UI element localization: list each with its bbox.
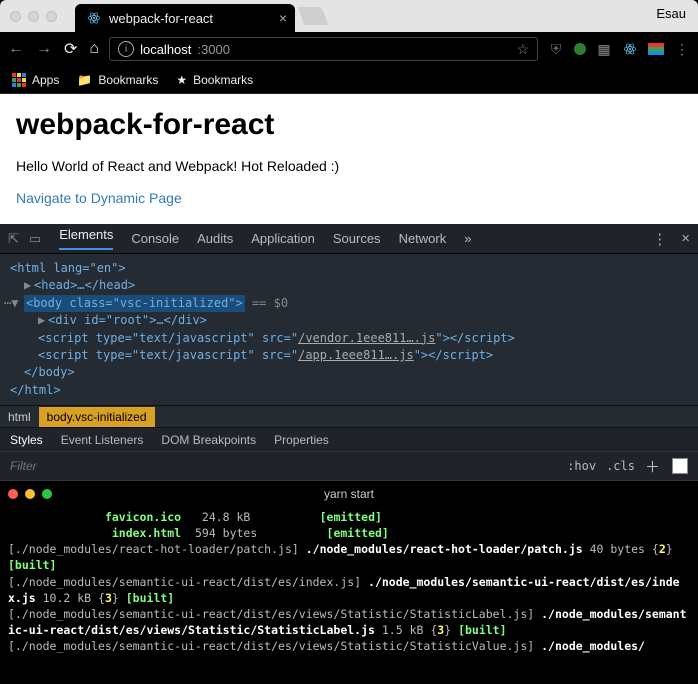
nav-buttons: ← → ⟳ ⌂ (8, 39, 99, 59)
stripes-ext-icon[interactable] (648, 43, 664, 55)
new-style-rule-icon[interactable]: ＋ (645, 456, 660, 477)
apps-grid-icon (12, 73, 26, 87)
dom-tree[interactable]: <html lang="en"> ▶<head>…</head> <body c… (0, 254, 698, 405)
forward-icon[interactable]: → (36, 40, 52, 58)
styles-tab-styles[interactable]: Styles (10, 433, 43, 447)
dynamic-page-link[interactable]: Navigate to Dynamic Page (16, 190, 182, 206)
apps-label: Apps (32, 73, 59, 87)
term-line-6: [./node_modules/semantic-ui-react/dist/e… (8, 638, 690, 654)
menu-kebab-icon[interactable]: ⋮ (674, 41, 690, 57)
page-heading: webpack-for-react (16, 108, 682, 142)
new-tab-button[interactable] (298, 7, 329, 25)
dom-html-close[interactable]: </html> (10, 383, 61, 397)
devtools-left-icons: ⇱ ▭ (8, 231, 41, 247)
tab-console[interactable]: Console (131, 231, 179, 246)
react-favicon-icon (87, 11, 101, 25)
devtools-close-icon[interactable]: × (681, 230, 690, 248)
back-icon[interactable]: ← (8, 40, 24, 58)
dom-body-meta: == $0 (245, 296, 288, 310)
dom-script1-pre[interactable]: <script type="text/javascript" src=" (38, 331, 298, 345)
term-line-2: index.html 594 bytes [emitted] (8, 525, 690, 541)
tab-sources[interactable]: Sources (333, 231, 381, 246)
bookmarks-folder-2[interactable]: ★ Bookmarks (176, 73, 253, 87)
breadcrumb-html[interactable]: html (0, 407, 39, 427)
devtools-breadcrumb[interactable]: html body.vsc-initialized (0, 405, 698, 427)
traffic-zoom-icon[interactable] (46, 11, 57, 22)
site-info-icon[interactable]: i (118, 41, 134, 57)
styles-tab-eventlisteners[interactable]: Event Listeners (61, 433, 144, 447)
tab-network[interactable]: Network (399, 231, 447, 246)
color-swatch-icon[interactable] (672, 458, 688, 474)
address-bar[interactable]: i localhost :3000 ☆ (109, 37, 538, 61)
page-content: webpack-for-react Hello World of React a… (0, 94, 698, 224)
bookmarks-folder-1[interactable]: 📁 Bookmarks (77, 73, 158, 87)
inspect-element-icon[interactable]: ⇱ (8, 231, 19, 247)
dom-body-close[interactable]: </body> (24, 365, 75, 379)
styles-filter-row: :hov .cls ＋ (0, 451, 698, 481)
bookmark-star-icon[interactable]: ☆ (516, 41, 529, 58)
tab-application[interactable]: Application (251, 231, 315, 246)
devtools-tabstrip: ⇱ ▭ Elements Console Audits Application … (0, 224, 698, 254)
profile-name[interactable]: Esau (656, 6, 686, 21)
tab-overflow[interactable]: » (464, 231, 471, 246)
traffic-minimize-icon[interactable] (28, 11, 39, 22)
styles-tab-dombreakpoints[interactable]: DOM Breakpoints (161, 433, 256, 447)
terminal-title: yarn start (8, 486, 690, 503)
cls-toggle[interactable]: .cls (606, 459, 635, 473)
apps-shortcut[interactable]: Apps (12, 73, 59, 87)
star-icon: ★ (176, 73, 187, 87)
dom-script2-post[interactable]: "></script> (414, 348, 493, 362)
grid-ext-icon[interactable]: ▦ (596, 41, 612, 57)
reload-icon[interactable]: ⟳ (64, 39, 77, 59)
devtools-panel: ⇱ ▭ Elements Console Audits Application … (0, 224, 698, 481)
tab-close-icon[interactable]: × (279, 10, 287, 26)
hov-toggle[interactable]: :hov (567, 459, 596, 473)
window-titlebar: webpack-for-react × Esau (0, 0, 698, 32)
dom-head[interactable]: <head>…</head> (34, 278, 135, 292)
extension-dot-icon[interactable] (574, 43, 586, 55)
term-line-4: [./node_modules/semantic-ui-react/dist/e… (8, 574, 690, 606)
extension-icons: ⛨ ▦ ⋮ (548, 41, 690, 57)
shield-icon[interactable]: ⛨ (548, 41, 564, 57)
styles-tabstrip: Styles Event Listeners DOM Breakpoints P… (0, 427, 698, 451)
browser-toolbar: ← → ⟳ ⌂ i localhost :3000 ☆ ⛨ ▦ ⋮ (0, 32, 698, 66)
device-toggle-icon[interactable]: ▭ (29, 231, 41, 247)
bookmarks-folder-1-label: Bookmarks (98, 73, 158, 87)
traffic-close-icon[interactable] (10, 11, 21, 22)
dom-div-root[interactable]: <div id="root">…</div> (48, 313, 207, 327)
terminal-window: yarn start favicon.ico 24.8 kB [emitted]… (0, 481, 698, 662)
tab-audits[interactable]: Audits (197, 231, 233, 246)
styles-tab-properties[interactable]: Properties (274, 433, 329, 447)
tab-title: webpack-for-react (109, 11, 213, 26)
url-port: :3000 (197, 42, 230, 57)
bookmarks-folder-2-label: Bookmarks (193, 73, 253, 87)
dom-script2-pre[interactable]: <script type="text/javascript" src=" (38, 348, 298, 362)
term-line-1: favicon.ico 24.8 kB [emitted] (8, 509, 690, 525)
folder-icon: 📁 (77, 73, 92, 87)
react-devtools-icon[interactable] (622, 41, 638, 57)
dom-body-open[interactable]: <body class="vsc-initialized"> (26, 296, 243, 310)
styles-filter-input[interactable] (10, 459, 260, 473)
term-line-5: [./node_modules/semantic-ui-react/dist/e… (8, 606, 690, 638)
devtools-kebab-icon[interactable]: ⋮ (652, 230, 667, 248)
tab-elements[interactable]: Elements (59, 227, 113, 250)
term-line-3: [./node_modules/react-hot-loader/patch.j… (8, 541, 690, 573)
home-icon[interactable]: ⌂ (89, 40, 99, 58)
bookmarks-bar: Apps 📁 Bookmarks ★ Bookmarks (0, 66, 698, 94)
page-paragraph: Hello World of React and Webpack! Hot Re… (16, 158, 682, 174)
dom-script1-url[interactable]: /vendor.1eee811….js (298, 331, 435, 345)
dom-html-open[interactable]: <html lang="en"> (10, 261, 126, 275)
dom-script2-url[interactable]: /app.1eee811….js (298, 348, 414, 362)
window-traffic-lights (0, 11, 57, 22)
breadcrumb-body[interactable]: body.vsc-initialized (39, 407, 155, 427)
url-host: localhost (140, 42, 191, 57)
dom-script1-post[interactable]: "></script> (435, 331, 514, 345)
browser-tab[interactable]: webpack-for-react × (75, 4, 295, 32)
terminal-titlebar: yarn start (8, 485, 690, 503)
